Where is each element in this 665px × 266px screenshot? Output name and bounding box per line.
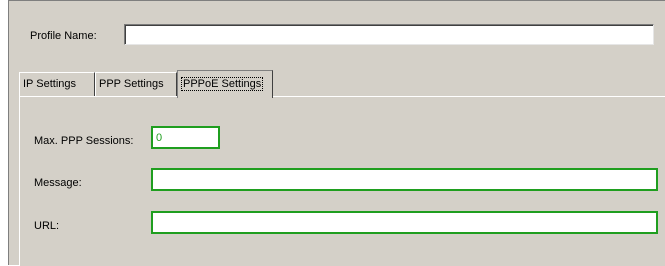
tab-ppp-settings-label: PPP Settings <box>99 78 164 90</box>
message-label: Message: <box>34 177 82 189</box>
max-ppp-sessions-input[interactable] <box>151 126 220 149</box>
pppoe-settings-panel: Max. PPP Sessions: Message: URL: <box>19 96 665 266</box>
profile-dialog: Profile Name: IP Settings PPP Settings P… <box>8 0 665 266</box>
tab-ppp-settings[interactable]: PPP Settings <box>95 72 177 96</box>
max-ppp-sessions-label: Max. PPP Sessions: <box>34 135 134 147</box>
profile-name-label: Profile Name: <box>30 30 97 42</box>
profile-name-row: Profile Name: <box>9 1 665 61</box>
tab-ip-settings[interactable]: IP Settings <box>19 72 95 96</box>
profile-name-input[interactable] <box>124 24 654 45</box>
url-label: URL: <box>34 220 60 232</box>
tab-ip-settings-label: IP Settings <box>23 78 76 90</box>
tab-pppoe-settings[interactable]: PPPoE Settings <box>177 70 273 98</box>
tab-pppoe-settings-label: PPPoE Settings <box>181 77 264 91</box>
url-input[interactable] <box>151 211 658 234</box>
message-input[interactable] <box>151 168 658 191</box>
